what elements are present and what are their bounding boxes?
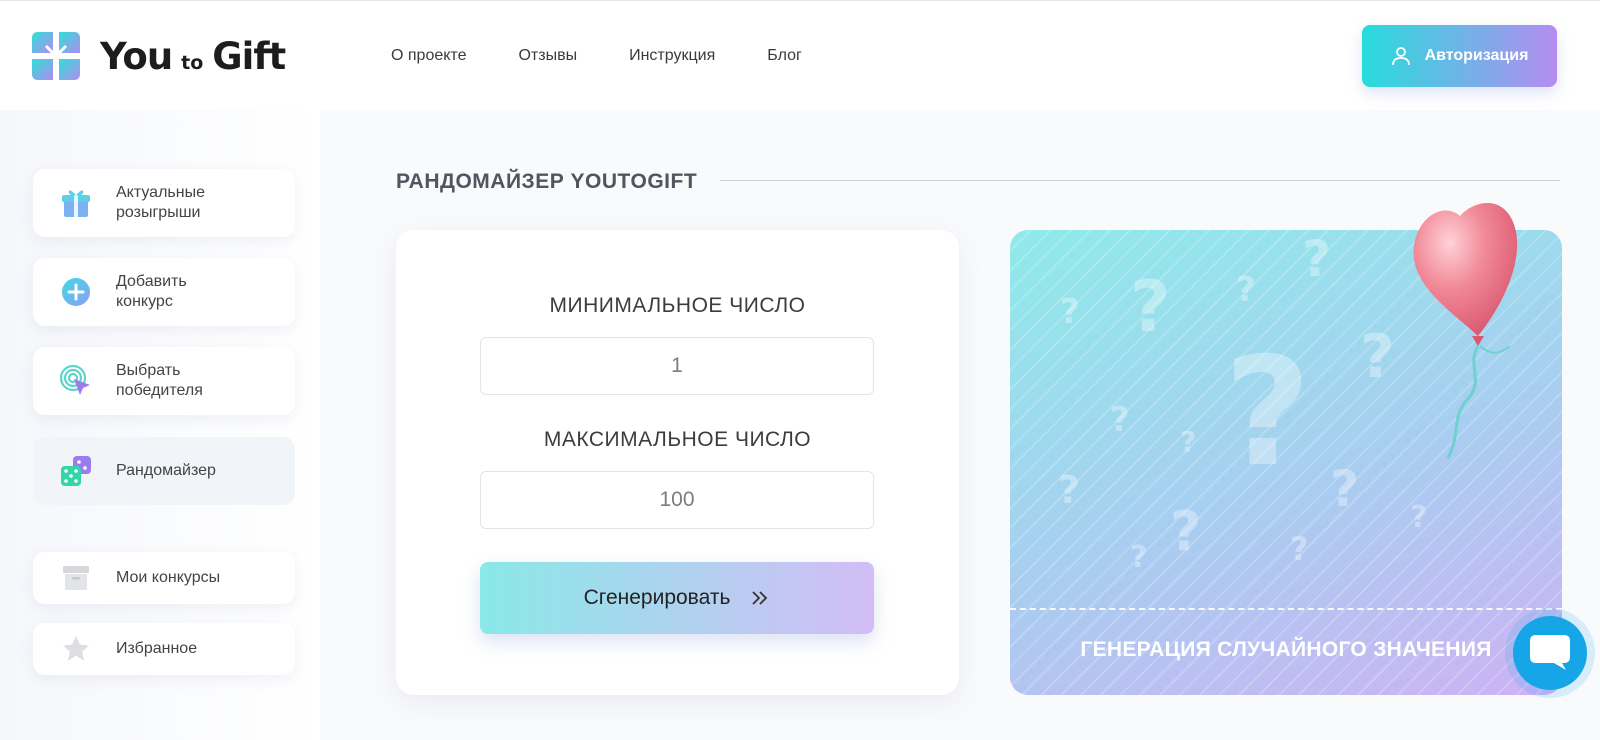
question-mark-icon: ?	[1330, 460, 1360, 518]
question-mark-icon: ?	[1170, 500, 1202, 563]
sidebar-item-label: Рандомайзер	[116, 462, 216, 479]
chat-bubble-icon	[1528, 631, 1572, 676]
logo-word-to: to	[181, 51, 204, 74]
logo[interactable]: You to Gift	[32, 31, 286, 81]
sidebar-item-label: Добавить конкурс	[116, 273, 187, 310]
star-icon	[59, 632, 93, 666]
sidebar-item-add-contest[interactable]: Добавить конкурс	[33, 258, 295, 326]
sidebar-item-my-contests[interactable]: Мои конкурсы	[33, 552, 295, 604]
nav-link-about[interactable]: О проекте	[391, 47, 466, 65]
question-mark-icon: ?	[1058, 468, 1081, 512]
question-mark-icon: ?	[1060, 292, 1080, 332]
question-mark-icon: ?	[1224, 326, 1312, 500]
question-mark-icon: ?	[1180, 425, 1197, 458]
max-number-input[interactable]	[480, 471, 874, 529]
target-cursor-icon	[59, 364, 93, 398]
sidebar-item-pick-winner[interactable]: Выбрать победителя	[33, 347, 295, 415]
logo-mark-icon	[32, 32, 80, 80]
question-mark-icon: ?	[1290, 530, 1309, 568]
nav-link-reviews[interactable]: Отзывы	[518, 47, 577, 65]
header: You to Gift О проекте Отзывы Инструкция …	[0, 0, 1600, 110]
dice-icon	[59, 454, 93, 488]
generate-button-label: Сгенерировать	[583, 586, 731, 609]
question-mark-icon: ?	[1130, 266, 1171, 348]
min-number-label: МИНИМАЛЬНОЕ ЧИСЛО	[549, 294, 806, 317]
max-number-label: МАКСИМАЛЬНОЕ ЧИСЛО	[543, 428, 812, 451]
user-icon	[1391, 46, 1411, 66]
chat-widget-button[interactable]	[1513, 616, 1587, 690]
plus-circle-icon	[59, 275, 93, 309]
question-mark-icon: ?	[1130, 540, 1148, 575]
main-nav: О проекте Отзывы Инструкция Блог	[391, 47, 854, 65]
double-chevron-right-icon	[750, 590, 770, 606]
login-button[interactable]: Авторизация	[1362, 25, 1557, 87]
sidebar-item-label: Избранное	[116, 640, 198, 657]
min-number-input[interactable]	[480, 337, 874, 395]
page-title: РАНДОМАЙЗЕР YOUTOGIFT	[396, 170, 698, 193]
nav-link-instructions[interactable]: Инструкция	[629, 47, 715, 65]
logo-word-gift: Gift	[212, 34, 286, 78]
logo-word-you: You	[100, 34, 173, 78]
sidebar-item-label: Выбрать победителя	[116, 362, 203, 399]
sidebar-item-favorites[interactable]: Избранное	[33, 623, 295, 675]
nav-link-blog[interactable]: Блог	[767, 47, 802, 65]
archive-box-icon	[59, 561, 93, 595]
heart-balloon-icon	[1400, 196, 1550, 476]
question-mark-icon: ?	[1410, 500, 1428, 535]
question-mark-icon: ?	[1110, 400, 1130, 440]
gift-icon	[59, 186, 93, 220]
sidebar-item-randomizer[interactable]: Рандомайзер	[33, 437, 295, 505]
promo-caption: ГЕНЕРАЦИЯ СЛУЧАЙНОГО ЗНАЧЕНИЯ	[1080, 638, 1492, 661]
sidebar-item-current-giveaways[interactable]: Актуальные розыгрыши	[33, 169, 295, 237]
title-divider	[720, 180, 1560, 181]
question-mark-icon: ?	[1302, 230, 1332, 288]
login-button-label: Авторизация	[1424, 47, 1529, 64]
logo-text: You to Gift	[100, 34, 286, 78]
generate-button[interactable]: Сгенерировать	[480, 562, 874, 634]
randomizer-form-card: МИНИМАЛЬНОЕ ЧИСЛО МАКСИМАЛЬНОЕ ЧИСЛО Сге…	[396, 230, 959, 695]
sidebar-item-label: Мои конкурсы	[116, 569, 221, 586]
question-mark-icon: ?	[1360, 322, 1395, 392]
dashed-divider	[1010, 608, 1562, 610]
question-mark-icon: ?	[1236, 270, 1256, 310]
sidebar-item-label: Актуальные розыгрыши	[116, 184, 205, 221]
